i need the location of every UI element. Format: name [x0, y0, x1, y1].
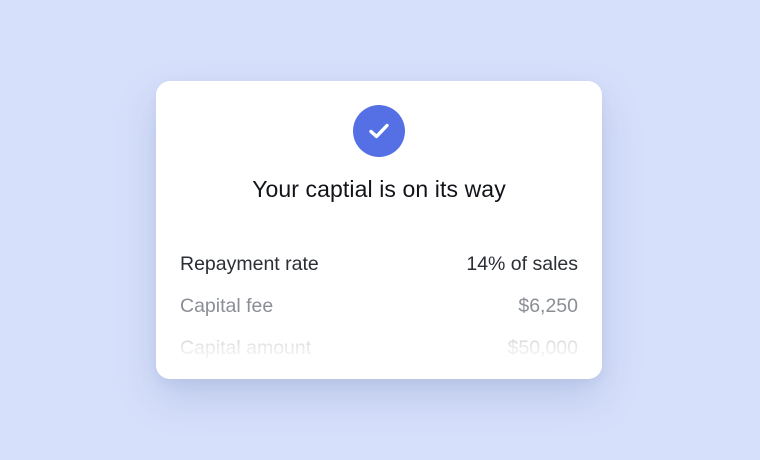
detail-row-capital-fee: Capital fee $6,250: [180, 285, 578, 327]
detail-label: Repayment rate: [180, 252, 319, 275]
confirmation-title: Your captial is on its way: [252, 176, 506, 202]
success-badge: [353, 105, 405, 157]
confirmation-card: Your captial is on its way Repayment rat…: [156, 81, 602, 379]
detail-value: $50,000: [507, 336, 579, 359]
detail-value: $6,250: [518, 294, 578, 317]
detail-value: 14% of sales: [466, 252, 578, 275]
details-list: Repayment rate 14% of sales Capital fee …: [180, 243, 578, 369]
detail-label: Capital amount: [180, 336, 312, 359]
detail-row-repayment-rate: Repayment rate 14% of sales: [180, 243, 578, 285]
check-icon: [369, 123, 389, 139]
detail-label: Capital fee: [180, 294, 274, 317]
detail-row-capital-amount: Capital amount $50,000: [180, 327, 578, 369]
